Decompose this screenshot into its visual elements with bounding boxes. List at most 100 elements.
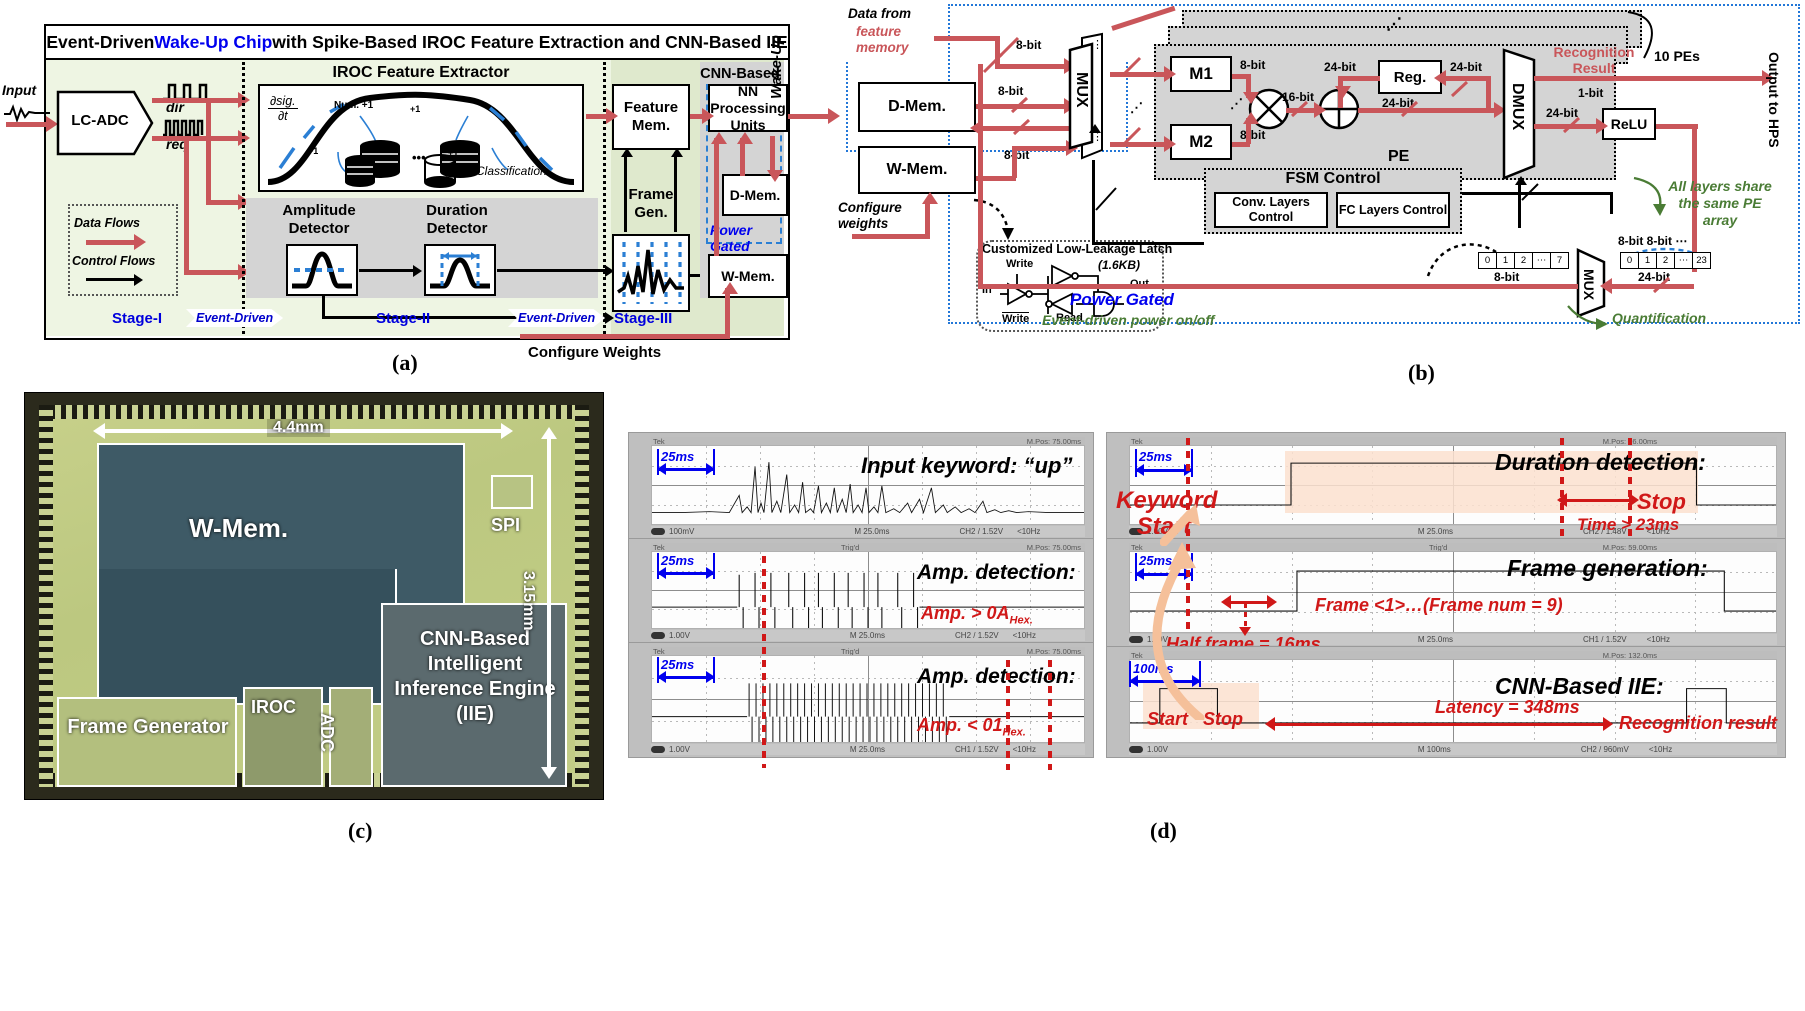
dur-to-frame-arrow (497, 269, 607, 272)
configure-weights-tip (722, 282, 738, 294)
bus8-label: 8-bit (1494, 270, 1520, 284)
frame-waveform-icon (617, 242, 684, 304)
fsm-title: FSM Control (1285, 170, 1381, 187)
mux-dots-top: ⋮ (1092, 39, 1103, 51)
scope4-stop-arrow (1561, 499, 1635, 502)
iroc-plus1-a: +1 (410, 104, 421, 114)
frame-to-feature-tip-2 (671, 148, 683, 157)
scope5-freq: <10Hz (1646, 635, 1670, 644)
reg-feedback-tip (1335, 86, 1351, 98)
frame-to-feature-line-2 (674, 152, 677, 232)
left-col-cursor-2 (1006, 660, 1010, 770)
scope6-recognition-label: Recognition result (1619, 713, 1778, 733)
scope2-marker-tip-r (706, 567, 715, 579)
caption-a: (a) (392, 350, 418, 375)
input-waveform-icon (4, 104, 50, 122)
nn-to-dmem-line (770, 136, 775, 172)
scope5-timebase: M 25.0ms (1417, 635, 1454, 644)
stage-label-1: Stage-I (112, 310, 163, 327)
wmem-to-nn-tip (711, 132, 727, 144)
die-height-tip-top (541, 427, 557, 439)
bus24-cells: 0 1 2 ⋯ 23 (1620, 252, 1711, 269)
die-label-frame-gen: Frame Generator (67, 716, 229, 738)
iroc-plus1-b: +1 (308, 146, 319, 156)
ctrl-down-1 (184, 136, 189, 274)
scope2-marker-arrow (659, 572, 713, 575)
quant-feedback-h (978, 284, 1578, 289)
recognition-out-line (1534, 76, 1766, 81)
wmem-to-mux (1012, 146, 1070, 151)
amplitude-threshold-icon (292, 251, 352, 289)
fsm-out-v (1610, 192, 1613, 214)
bus24-cell-2: 2 (1656, 252, 1674, 269)
left-col-cursor-1 (762, 556, 766, 768)
feature-to-nn-tip (702, 108, 714, 124)
dmem-to-nn-tip (737, 132, 753, 144)
legend-control-label: Control Flows (72, 254, 156, 268)
pe-label: PE (1388, 148, 1410, 165)
bus8-cell-2: 2 (1514, 252, 1532, 269)
mux2-label: MUX (1581, 269, 1597, 301)
legend-data-arrow (86, 240, 136, 245)
svg-text:•••: ••• (386, 164, 400, 179)
mux-label-wrap: MUX (1070, 50, 1092, 130)
scope3-volts: 1.00V (669, 745, 690, 754)
scope1-time-marker: 25ms (661, 449, 695, 464)
scope4-timebase: M 25.0ms (1417, 527, 1454, 536)
bond-pads-left (39, 405, 53, 787)
configure-weights-up (725, 288, 730, 336)
input-arrow (6, 122, 46, 127)
bus24-cell-0: 0 (1620, 252, 1638, 269)
configure-weights-label-a: Configure Weights (528, 344, 662, 361)
keyword-start-arrow (1160, 504, 1200, 546)
iroc-classification-label: Classification (476, 164, 547, 178)
scope3-freq: <10Hz (1012, 745, 1036, 754)
scope2-title: Amp. detection: (917, 561, 1076, 584)
reg-in-tip (1434, 70, 1446, 86)
scope1-title: Input keyword: “up” (861, 453, 1073, 478)
scope6-timebase: M 100ms (1417, 745, 1451, 754)
power-gated-label: Power Gated (710, 222, 753, 254)
dmux-to-relu-tip (1596, 118, 1608, 134)
relu-block: ReLU (1602, 108, 1656, 140)
scope2-volts: 1.00V (669, 631, 690, 640)
bit-label-1bit: 1-bit (1578, 86, 1604, 100)
mux-to-m1-tip (1164, 66, 1176, 82)
all-layers-note: All layers share the same PE array (1668, 178, 1772, 228)
legend-control-tip (134, 274, 143, 286)
dmux-label-wrap: DMUX (1504, 64, 1530, 150)
stage-label-2: Stage-II (376, 310, 431, 327)
scope6-chan-dot (1129, 746, 1143, 753)
bit-label-1: 8-bit (1016, 38, 1042, 52)
w-mem-block: W-Mem. (708, 254, 788, 298)
panel-c-die-photo: W-Mem. SPI CNN-Based Intelligent Inferen… (24, 392, 604, 800)
left-col-cursor-3 (1048, 660, 1052, 770)
scope6-title: CNN-Based IIE: (1495, 673, 1664, 699)
title-highlight: Wake-Up Chip (154, 31, 273, 52)
bus24-cell-23: 23 (1692, 252, 1711, 269)
data-from-label: Data from (848, 6, 912, 21)
iroc-to-feature-arrow (586, 114, 608, 119)
frame-gen-icon-box (612, 234, 690, 312)
bus8-cells: 0 1 2 ⋯ 7 (1478, 252, 1569, 269)
ctrl-branch-2 (206, 200, 240, 205)
feature-memory-label: feature memory (856, 24, 909, 55)
scope1-volts: 100mV (669, 527, 695, 536)
scope4-stop-label: Stop (1637, 489, 1686, 514)
panel-a-architecture: Event-Driven Wake-Up Chip with Spike-Bas… (2, 24, 840, 340)
quantification-note: Quantification (1612, 310, 1707, 326)
pe-count-label: 10 PEs (1654, 48, 1700, 64)
adc-dir-line (152, 98, 240, 103)
bus8-cell-7: 7 (1550, 252, 1569, 269)
slash-dmem2 (1012, 118, 1031, 136)
wake-up-line (788, 114, 830, 119)
scope2-sub: Amp. > 0AHex. (921, 603, 1033, 627)
scope-amp-detection-high: Tek Trig'd M.Pos: 75.00ms 1.00V M 25.0ms… (628, 538, 1094, 644)
die-height-label: 3.15mm (520, 571, 537, 631)
flow-curve-arrow (1152, 542, 1205, 720)
iroc-bottom-cylinders: ••• (345, 154, 456, 188)
slash-feedback (982, 52, 1004, 74)
output-to-hps-label: Output to HPS (1766, 52, 1782, 148)
scope1-freq: <10Hz (1017, 527, 1041, 536)
duration-cursor-a (1560, 438, 1564, 542)
